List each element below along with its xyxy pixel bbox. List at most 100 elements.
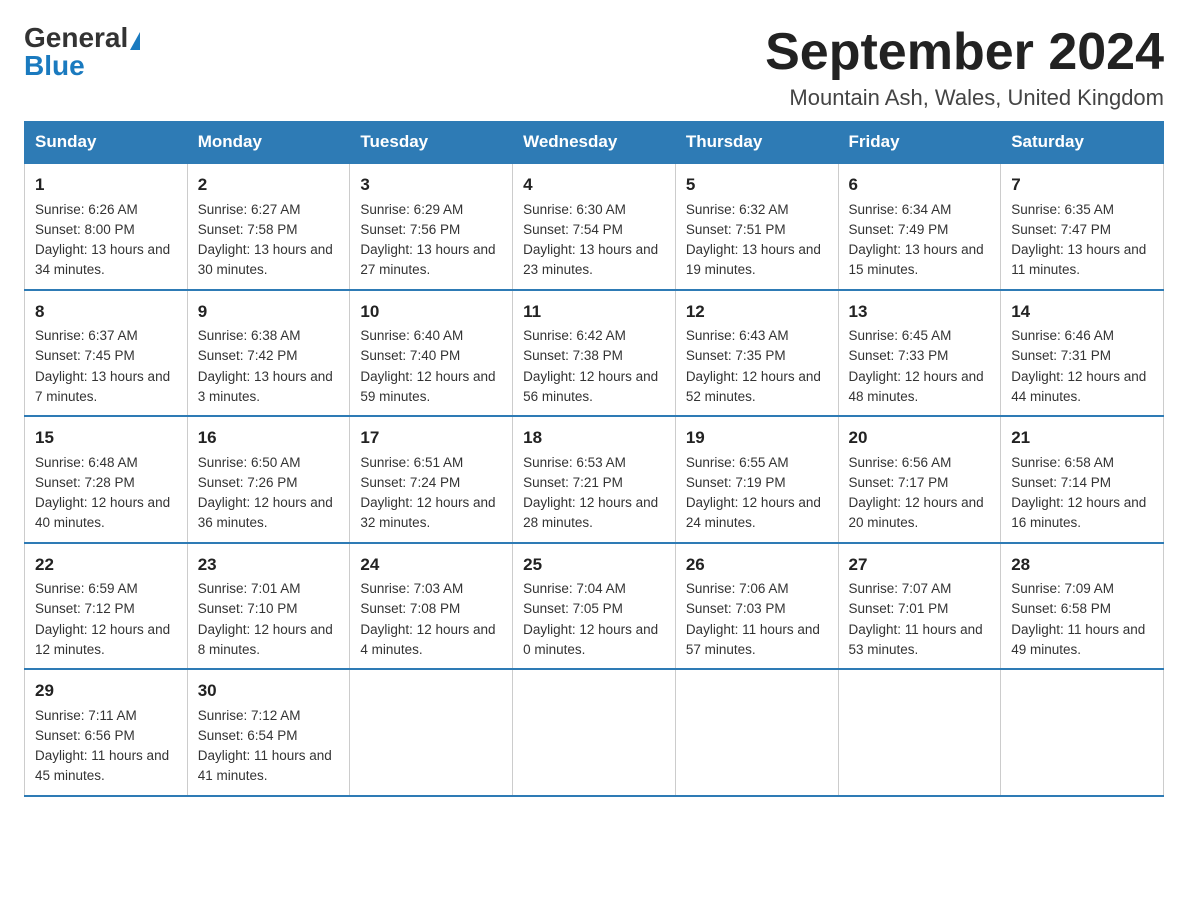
day-number: 10 (360, 299, 502, 325)
sunset-label: Sunset: 7:01 PM (849, 601, 949, 616)
daylight-label: Daylight: 13 hours and 11 minutes. (1011, 242, 1146, 277)
calendar-week-1: 1 Sunrise: 6:26 AM Sunset: 8:00 PM Dayli… (25, 163, 1164, 290)
sunset-label: Sunset: 7:35 PM (686, 348, 786, 363)
sunset-label: Sunset: 7:28 PM (35, 475, 135, 490)
day-number: 26 (686, 552, 828, 578)
sunrise-label: Sunrise: 6:34 AM (849, 202, 952, 217)
sunset-label: Sunset: 7:05 PM (523, 601, 623, 616)
daylight-label: Daylight: 13 hours and 7 minutes. (35, 369, 170, 404)
sunrise-label: Sunrise: 6:40 AM (360, 328, 463, 343)
sunrise-label: Sunrise: 6:59 AM (35, 581, 138, 596)
daylight-label: Daylight: 13 hours and 15 minutes. (849, 242, 984, 277)
sunset-label: Sunset: 7:17 PM (849, 475, 949, 490)
daylight-label: Daylight: 12 hours and 24 minutes. (686, 495, 821, 530)
sunset-label: Sunset: 7:56 PM (360, 222, 460, 237)
calendar-day-26: 26 Sunrise: 7:06 AM Sunset: 7:03 PM Dayl… (675, 543, 838, 670)
sunset-label: Sunset: 7:24 PM (360, 475, 460, 490)
calendar-day-10: 10 Sunrise: 6:40 AM Sunset: 7:40 PM Dayl… (350, 290, 513, 417)
sunset-label: Sunset: 7:33 PM (849, 348, 949, 363)
calendar-day-3: 3 Sunrise: 6:29 AM Sunset: 7:56 PM Dayli… (350, 163, 513, 290)
day-number: 22 (35, 552, 177, 578)
sunrise-label: Sunrise: 6:32 AM (686, 202, 789, 217)
sunrise-label: Sunrise: 6:48 AM (35, 455, 138, 470)
sunrise-label: Sunrise: 6:43 AM (686, 328, 789, 343)
daylight-label: Daylight: 11 hours and 49 minutes. (1011, 622, 1145, 657)
daylight-label: Daylight: 12 hours and 4 minutes. (360, 622, 495, 657)
daylight-label: Daylight: 12 hours and 36 minutes. (198, 495, 333, 530)
sunrise-label: Sunrise: 6:38 AM (198, 328, 301, 343)
calendar-day-24: 24 Sunrise: 7:03 AM Sunset: 7:08 PM Dayl… (350, 543, 513, 670)
calendar-day-8: 8 Sunrise: 6:37 AM Sunset: 7:45 PM Dayli… (25, 290, 188, 417)
sunset-label: Sunset: 7:45 PM (35, 348, 135, 363)
day-number: 13 (849, 299, 991, 325)
day-number: 17 (360, 425, 502, 451)
daylight-label: Daylight: 13 hours and 27 minutes. (360, 242, 495, 277)
calendar-day-18: 18 Sunrise: 6:53 AM Sunset: 7:21 PM Dayl… (513, 416, 676, 543)
month-title: September 2024 (765, 24, 1164, 81)
day-number: 27 (849, 552, 991, 578)
day-number: 29 (35, 678, 177, 704)
sunrise-label: Sunrise: 6:26 AM (35, 202, 138, 217)
day-number: 25 (523, 552, 665, 578)
sunrise-label: Sunrise: 7:07 AM (849, 581, 952, 596)
calendar-day-20: 20 Sunrise: 6:56 AM Sunset: 7:17 PM Dayl… (838, 416, 1001, 543)
sunset-label: Sunset: 7:10 PM (198, 601, 298, 616)
sunset-label: Sunset: 7:26 PM (198, 475, 298, 490)
day-number: 6 (849, 172, 991, 198)
day-number: 28 (1011, 552, 1153, 578)
sunrise-label: Sunrise: 6:35 AM (1011, 202, 1114, 217)
calendar-day-4: 4 Sunrise: 6:30 AM Sunset: 7:54 PM Dayli… (513, 163, 676, 290)
calendar-day-6: 6 Sunrise: 6:34 AM Sunset: 7:49 PM Dayli… (838, 163, 1001, 290)
page-header: General Blue September 2024 Mountain Ash… (24, 24, 1164, 111)
day-number: 14 (1011, 299, 1153, 325)
day-number: 19 (686, 425, 828, 451)
calendar-day-1: 1 Sunrise: 6:26 AM Sunset: 8:00 PM Dayli… (25, 163, 188, 290)
daylight-label: Daylight: 12 hours and 20 minutes. (849, 495, 984, 530)
calendar-day-15: 15 Sunrise: 6:48 AM Sunset: 7:28 PM Dayl… (25, 416, 188, 543)
daylight-label: Daylight: 12 hours and 48 minutes. (849, 369, 984, 404)
sunrise-label: Sunrise: 6:50 AM (198, 455, 301, 470)
day-number: 18 (523, 425, 665, 451)
daylight-label: Daylight: 12 hours and 40 minutes. (35, 495, 170, 530)
day-number: 21 (1011, 425, 1153, 451)
day-number: 9 (198, 299, 340, 325)
calendar-day-19: 19 Sunrise: 6:55 AM Sunset: 7:19 PM Dayl… (675, 416, 838, 543)
sunset-label: Sunset: 7:21 PM (523, 475, 623, 490)
sunrise-label: Sunrise: 7:01 AM (198, 581, 301, 596)
sunrise-label: Sunrise: 6:56 AM (849, 455, 952, 470)
daylight-label: Daylight: 13 hours and 34 minutes. (35, 242, 170, 277)
sunset-label: Sunset: 7:08 PM (360, 601, 460, 616)
calendar-day-29: 29 Sunrise: 7:11 AM Sunset: 6:56 PM Dayl… (25, 669, 188, 796)
sunset-label: Sunset: 7:38 PM (523, 348, 623, 363)
calendar-week-5: 29 Sunrise: 7:11 AM Sunset: 6:56 PM Dayl… (25, 669, 1164, 796)
sunrise-label: Sunrise: 6:42 AM (523, 328, 626, 343)
calendar-day-27: 27 Sunrise: 7:07 AM Sunset: 7:01 PM Dayl… (838, 543, 1001, 670)
sunrise-label: Sunrise: 6:53 AM (523, 455, 626, 470)
sunset-label: Sunset: 8:00 PM (35, 222, 135, 237)
calendar-week-4: 22 Sunrise: 6:59 AM Sunset: 7:12 PM Dayl… (25, 543, 1164, 670)
location-subtitle: Mountain Ash, Wales, United Kingdom (765, 85, 1164, 111)
calendar-day-13: 13 Sunrise: 6:45 AM Sunset: 7:33 PM Dayl… (838, 290, 1001, 417)
sunrise-label: Sunrise: 7:12 AM (198, 708, 301, 723)
sunset-label: Sunset: 7:40 PM (360, 348, 460, 363)
sunrise-label: Sunrise: 7:04 AM (523, 581, 626, 596)
daylight-label: Daylight: 12 hours and 44 minutes. (1011, 369, 1146, 404)
sunset-label: Sunset: 7:03 PM (686, 601, 786, 616)
sunset-label: Sunset: 6:58 PM (1011, 601, 1111, 616)
calendar-day-7: 7 Sunrise: 6:35 AM Sunset: 7:47 PM Dayli… (1001, 163, 1164, 290)
title-section: September 2024 Mountain Ash, Wales, Unit… (765, 24, 1164, 111)
calendar-day-17: 17 Sunrise: 6:51 AM Sunset: 7:24 PM Dayl… (350, 416, 513, 543)
day-number: 20 (849, 425, 991, 451)
daylight-label: Daylight: 12 hours and 16 minutes. (1011, 495, 1146, 530)
daylight-label: Daylight: 13 hours and 23 minutes. (523, 242, 658, 277)
daylight-label: Daylight: 12 hours and 56 minutes. (523, 369, 658, 404)
day-number: 4 (523, 172, 665, 198)
calendar-week-2: 8 Sunrise: 6:37 AM Sunset: 7:45 PM Dayli… (25, 290, 1164, 417)
daylight-label: Daylight: 11 hours and 57 minutes. (686, 622, 820, 657)
day-number: 7 (1011, 172, 1153, 198)
sunrise-label: Sunrise: 6:29 AM (360, 202, 463, 217)
day-number: 30 (198, 678, 340, 704)
sunset-label: Sunset: 7:49 PM (849, 222, 949, 237)
day-number: 1 (35, 172, 177, 198)
sunset-label: Sunset: 6:56 PM (35, 728, 135, 743)
